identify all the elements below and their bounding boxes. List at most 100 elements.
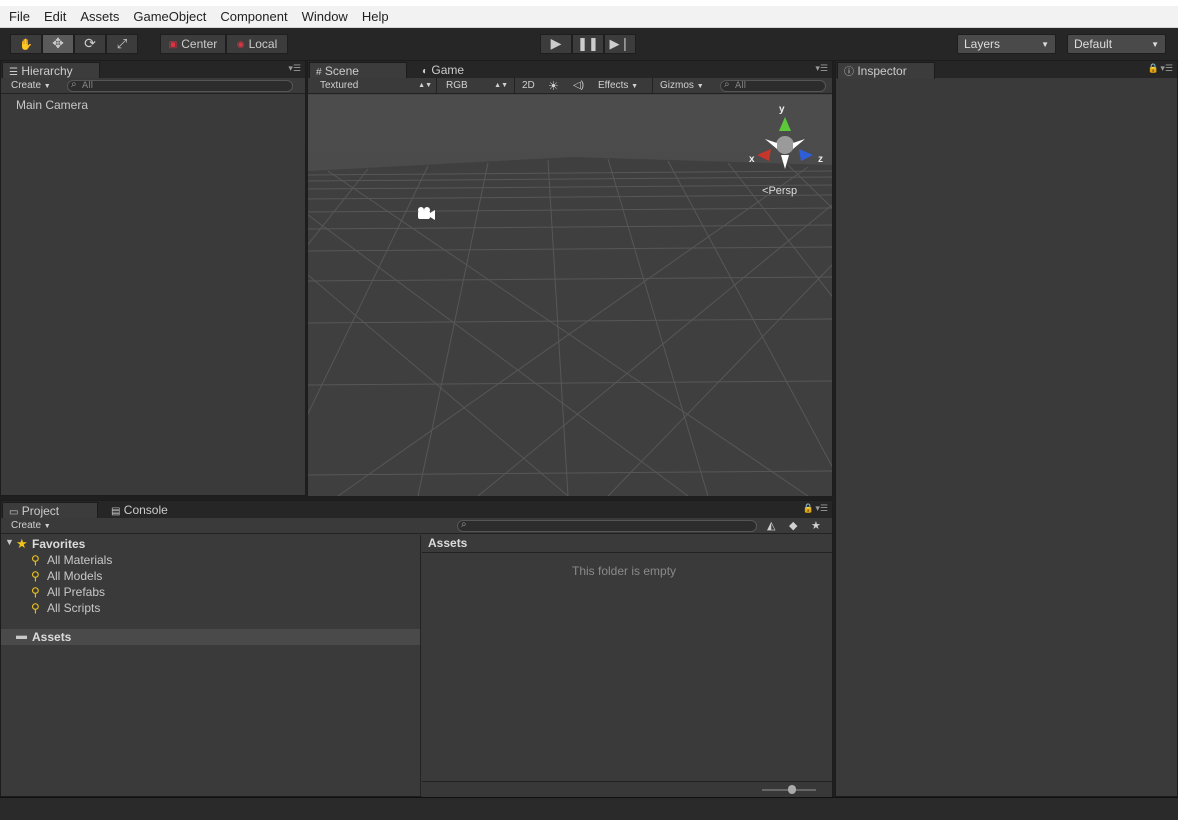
star-icon: ★ bbox=[16, 536, 28, 551]
status-bar bbox=[0, 797, 1178, 820]
project-create-button[interactable]: Create ▼ bbox=[11, 519, 51, 533]
tab-scene-label: Scene bbox=[324, 64, 359, 78]
menu-component[interactable]: Component bbox=[213, 7, 294, 27]
shading-dropdown[interactable]: Textured ▲▼ bbox=[320, 79, 432, 93]
pause-icon: ❚❚ bbox=[577, 36, 599, 52]
panel-menu-icon[interactable]: ▾☰ bbox=[1160, 64, 1173, 74]
favorites-label[interactable]: Favorites bbox=[32, 537, 85, 551]
favorite-star-icon[interactable]: ★ bbox=[811, 519, 821, 533]
render-mode-dropdown[interactable]: RGB ▲▼ bbox=[446, 79, 508, 93]
filter-type-icon[interactable]: ◭ bbox=[767, 519, 775, 533]
inspector-tabstrip: ⓘ Inspector 🔒 ▾☰ bbox=[836, 61, 1177, 79]
layout-dropdown[interactable]: Default ▼ bbox=[1067, 34, 1166, 54]
icon-size-slider-handle[interactable] bbox=[788, 785, 796, 794]
lock-icon[interactable]: 🔒 bbox=[1148, 64, 1159, 74]
step-button[interactable]: ▶❘ bbox=[604, 34, 636, 54]
create-label: Create bbox=[11, 80, 42, 91]
dropdown-arrow-icon: ▼ bbox=[1041, 39, 1049, 49]
project-search-input[interactable] bbox=[457, 520, 757, 532]
tab-hierarchy[interactable]: ☰ Hierarchy bbox=[2, 62, 100, 79]
hand-tool-button[interactable]: ✋ bbox=[10, 34, 42, 54]
search-icon: ⚲ bbox=[31, 569, 40, 583]
favorite-item[interactable]: All Prefabs bbox=[47, 585, 105, 599]
tab-game[interactable]: ◐ Game bbox=[416, 62, 506, 79]
grid-icon: # bbox=[316, 67, 322, 78]
list-icon: ☰ bbox=[9, 67, 18, 78]
gizmo-axis-y-label: y bbox=[779, 104, 785, 115]
empty-folder-message: This folder is empty bbox=[572, 564, 677, 578]
menu-help[interactable]: Help bbox=[355, 7, 396, 27]
breadcrumb-assets[interactable]: Assets bbox=[428, 536, 467, 550]
rotate-icon: ⟳ bbox=[84, 36, 96, 52]
hierarchy-panel: ☰ Hierarchy ▾☰ Create ▼ All Main Camera bbox=[0, 60, 306, 496]
search-icon: ⚲ bbox=[31, 585, 40, 599]
gizmos-dropdown[interactable]: Gizmos ▼ bbox=[660, 79, 704, 93]
scene-search-input[interactable]: All bbox=[720, 80, 826, 92]
layout-label: Default bbox=[1074, 37, 1113, 51]
project-footer bbox=[422, 781, 832, 797]
tab-game-label: Game bbox=[431, 63, 465, 77]
layers-label: Layers bbox=[964, 37, 1001, 51]
scale-tool-button[interactable]: ⤢ bbox=[106, 34, 138, 54]
tab-console[interactable]: ▤ Console bbox=[105, 502, 201, 519]
tab-inspector[interactable]: ⓘ Inspector bbox=[837, 62, 935, 79]
assets-row[interactable]: ▬ Assets bbox=[1, 629, 420, 645]
menu-assets[interactable]: Assets bbox=[73, 7, 126, 27]
gizmo-axis-z-label: z bbox=[818, 154, 823, 165]
dropdown-arrow-icon: ▼ bbox=[1151, 39, 1159, 49]
pause-button[interactable]: ❚❚ bbox=[572, 34, 604, 54]
2d-toggle[interactable]: 2D bbox=[522, 79, 535, 93]
collapse-arrow-icon[interactable]: ▼ bbox=[5, 537, 14, 547]
pivot-center-button[interactable]: ▣ Center bbox=[160, 34, 226, 54]
render-mode-label: RGB bbox=[446, 80, 468, 91]
menu-edit[interactable]: Edit bbox=[37, 7, 73, 27]
menu-window[interactable]: Window bbox=[295, 7, 355, 27]
project-content: Assets This folder is empty bbox=[422, 535, 832, 797]
local-icon: ◉ bbox=[236, 38, 245, 49]
gizmos-label: Gizmos bbox=[660, 80, 694, 91]
hierarchy-create-button[interactable]: Create ▼ bbox=[11, 79, 51, 93]
scene-tabstrip: # Scene ◐ Game ▾☰ bbox=[308, 61, 832, 79]
effects-label: Effects bbox=[598, 80, 629, 91]
layers-dropdown[interactable]: Layers ▼ bbox=[957, 34, 1056, 54]
panel-menu-icon[interactable]: ▾☰ bbox=[288, 64, 301, 74]
project-subbar: Create ▼ ◭ ◆ ★ bbox=[1, 518, 832, 534]
scene-toolbar: Textured ▲▼ RGB ▲▼ 2D ☀ ◁) Effects ▼ Gizmo… bbox=[308, 78, 832, 94]
menu-gameobject[interactable]: GameObject bbox=[126, 7, 213, 27]
tab-scene[interactable]: # Scene bbox=[309, 62, 407, 79]
game-icon: ◐ bbox=[422, 66, 429, 77]
hierarchy-search-input[interactable]: All bbox=[67, 80, 293, 92]
tab-project[interactable]: ▭ Project bbox=[2, 502, 98, 519]
search-icon: ⚲ bbox=[31, 601, 40, 615]
menu-file[interactable]: File bbox=[2, 7, 37, 27]
assets-folder-label: Assets bbox=[32, 630, 72, 644]
pivot-center-label: Center bbox=[181, 37, 218, 51]
hierarchy-subbar: Create ▼ All bbox=[1, 78, 305, 94]
move-icon: ✥ bbox=[52, 36, 64, 52]
shading-label: Textured bbox=[320, 80, 359, 91]
panel-menu-icon[interactable]: ▾☰ bbox=[815, 64, 828, 74]
audio-icon[interactable]: ◁) bbox=[573, 79, 584, 93]
effects-dropdown[interactable]: Effects ▼ bbox=[598, 79, 638, 93]
project-panel: ▭ Project ▤ Console 🔒 ▾☰ Create ▼ ◭ ◆ ★ … bbox=[0, 500, 833, 797]
divider bbox=[514, 78, 515, 94]
hand-icon: ✋ bbox=[19, 37, 33, 51]
pivot-local-button[interactable]: ◉ Local bbox=[226, 34, 288, 54]
play-button[interactable]: ▶ bbox=[540, 34, 572, 54]
favorite-item[interactable]: All Materials bbox=[47, 553, 112, 567]
hierarchy-item-main-camera[interactable]: Main Camera bbox=[16, 98, 88, 112]
divider bbox=[436, 78, 437, 94]
move-tool-button[interactable]: ✥ bbox=[42, 34, 74, 54]
project-tree: ▼ ★ Favorites ⚲ All Materials ⚲ All Mode… bbox=[1, 535, 421, 797]
search-placeholder: All bbox=[735, 81, 747, 91]
play-icon: ▶ bbox=[550, 36, 562, 52]
panel-menu-icon[interactable]: ▾☰ bbox=[815, 504, 828, 514]
lock-icon[interactable]: 🔒 bbox=[803, 504, 814, 514]
projection-label[interactable]: <Persp bbox=[762, 185, 797, 197]
filter-label-icon[interactable]: ◆ bbox=[789, 519, 797, 533]
lighting-icon[interactable]: ☀ bbox=[548, 79, 559, 93]
favorite-item[interactable]: All Models bbox=[47, 569, 102, 583]
favorite-item[interactable]: All Scripts bbox=[47, 601, 100, 615]
scale-icon: ⤢ bbox=[116, 36, 128, 52]
rotate-tool-button[interactable]: ⟳ bbox=[74, 34, 106, 54]
